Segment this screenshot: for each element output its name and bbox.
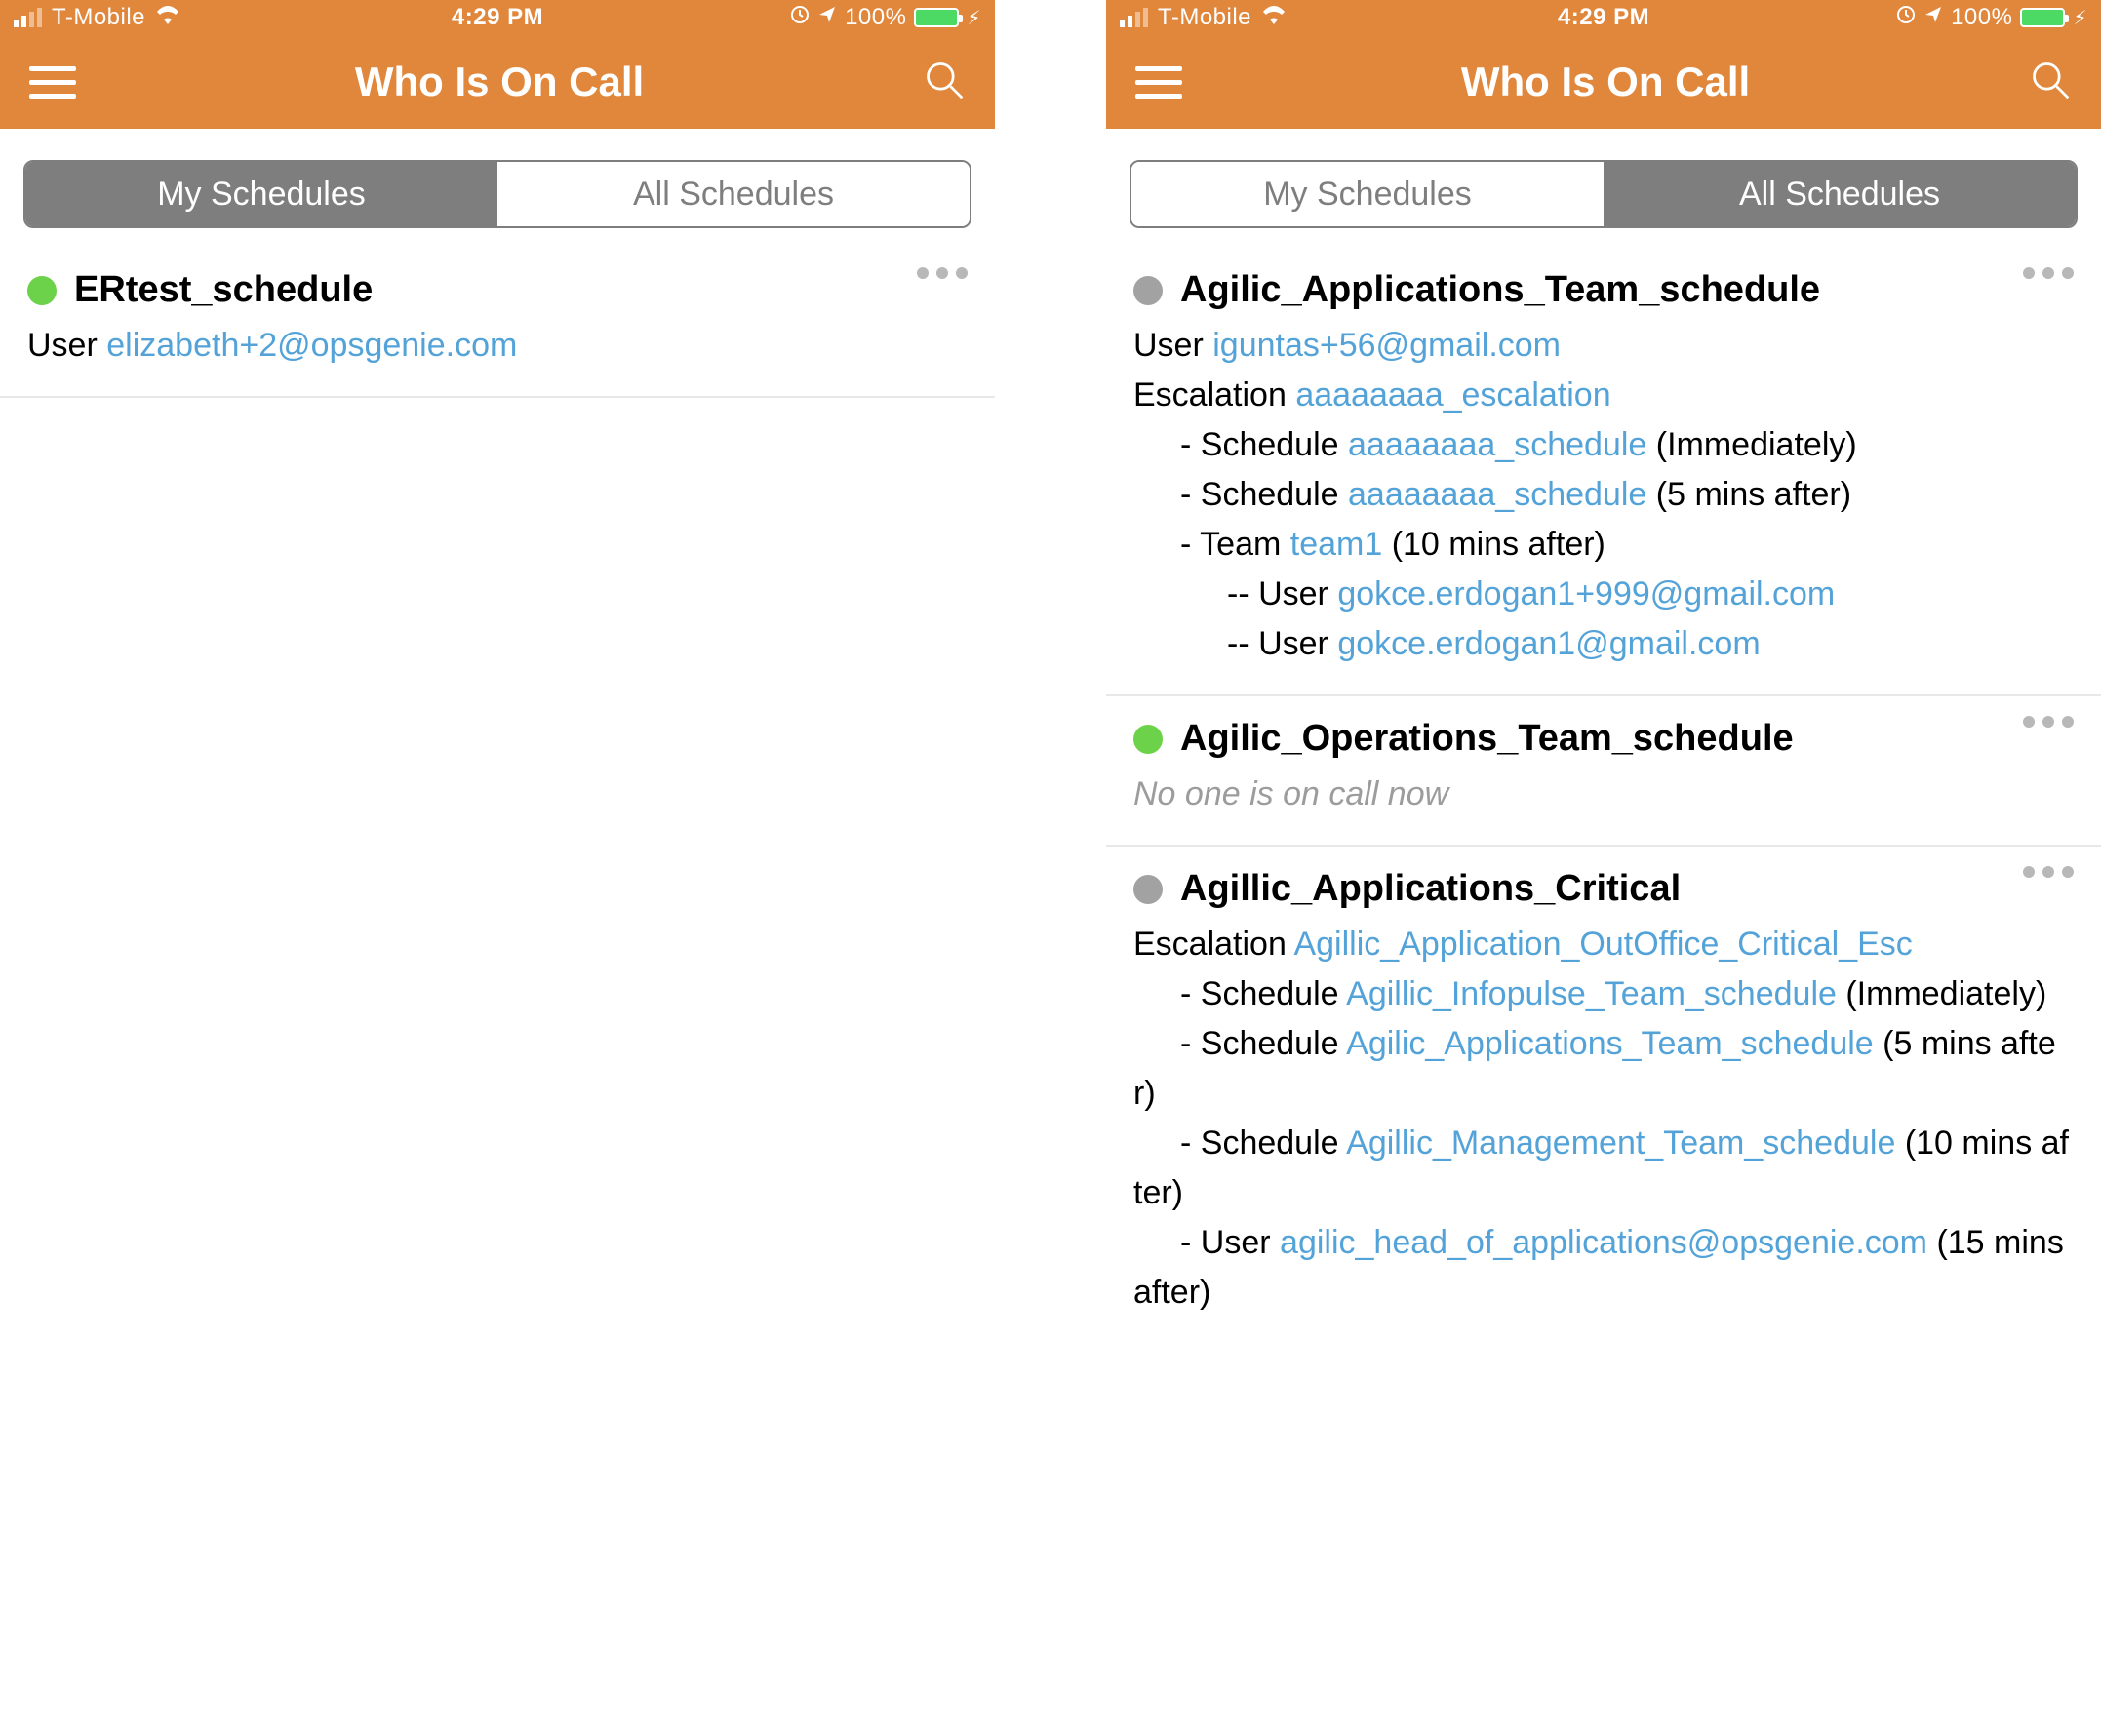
schedule-link[interactable]: Agillic_Management_Team_schedule (1346, 1124, 1895, 1162)
escalation-link[interactable]: Agillic_Application_OutOffice_Critical_E… (1293, 926, 1912, 963)
wifi-icon (1261, 4, 1287, 31)
schedule-label: Schedule (1201, 1124, 1339, 1162)
menu-button[interactable] (1135, 66, 1182, 99)
phone-left: T-Mobile 4:29 PM 100% ⚡︎ Who Is On Call (0, 0, 995, 1736)
search-button[interactable] (923, 59, 966, 106)
user-label: User (1133, 327, 1204, 364)
schedule-title: Agilic_Operations_Team_schedule (1180, 718, 1794, 760)
schedule-link[interactable]: aaaaaaaa_schedule (1348, 426, 1646, 463)
segmented-control: My Schedules All Schedules (1106, 129, 2101, 248)
schedule-label: Schedule (1201, 1025, 1339, 1062)
user-link[interactable]: gokce.erdogan1@gmail.com (1337, 625, 1760, 662)
signal-icon (1120, 8, 1148, 27)
page-title: Who Is On Call (1461, 59, 1750, 105)
signal-icon (14, 8, 42, 27)
more-button[interactable] (917, 267, 968, 279)
carrier-label: T-Mobile (52, 4, 145, 31)
status-dot-icon (1133, 725, 1163, 754)
schedule-link[interactable]: Agillic_Infopulse_Team_schedule (1346, 975, 1837, 1012)
more-button[interactable] (2023, 716, 2074, 728)
location-icon (817, 4, 837, 31)
empty-state-text: No one is on call now (1133, 775, 1448, 812)
orientation-lock-icon (790, 4, 810, 31)
location-icon (1923, 4, 1943, 31)
tab-all-schedules[interactable]: All Schedules (497, 162, 970, 226)
status-dot-icon (1133, 875, 1163, 904)
phone-right: T-Mobile 4:29 PM 100% ⚡︎ Who Is On Call (1106, 0, 2101, 1736)
charging-icon: ⚡︎ (2073, 6, 2087, 30)
schedule-title: Agillic_Applications_Critical (1180, 868, 1681, 910)
tab-my-schedules[interactable]: My Schedules (1131, 162, 1604, 226)
escalation-label: Escalation (1133, 376, 1287, 414)
schedule-item[interactable]: Agillic_Applications_Critical Escalation… (1106, 847, 2101, 1343)
segmented-control: My Schedules All Schedules (0, 129, 995, 248)
battery-pct: 100% (1951, 4, 2012, 31)
search-button[interactable] (2029, 59, 2072, 106)
schedule-label: Schedule (1201, 426, 1339, 463)
charging-icon: ⚡︎ (967, 6, 981, 30)
more-button[interactable] (2023, 267, 2074, 279)
schedule-label: Schedule (1201, 476, 1339, 513)
tab-all-schedules[interactable]: All Schedules (1604, 162, 2076, 226)
status-bar: T-Mobile 4:29 PM 100% ⚡︎ (1106, 0, 2101, 35)
battery-pct: 100% (845, 4, 906, 31)
schedule-title: ERtest_schedule (74, 269, 373, 311)
menu-button[interactable] (29, 66, 76, 99)
user-link[interactable]: gokce.erdogan1+999@gmail.com (1337, 575, 1835, 612)
more-button[interactable] (2023, 866, 2074, 878)
carrier-label: T-Mobile (1158, 4, 1251, 31)
user-link[interactable]: iguntas+56@gmail.com (1212, 327, 1561, 364)
schedule-item[interactable]: Agilic_Operations_Team_schedule No one i… (1106, 696, 2101, 847)
user-label: User (27, 327, 98, 364)
schedule-link[interactable]: aaaaaaaa_schedule (1348, 476, 1646, 513)
escalation-label: Escalation (1133, 926, 1287, 963)
status-dot-icon (1133, 276, 1163, 305)
schedule-link[interactable]: Agilic_Applications_Team_schedule (1346, 1025, 1874, 1062)
battery-icon (2020, 8, 2065, 27)
team-link[interactable]: team1 (1290, 526, 1383, 563)
nav-header: Who Is On Call (0, 35, 995, 129)
status-dot-icon (27, 276, 57, 305)
user-label: User (1258, 625, 1328, 662)
delay-text: (5 mins after) (1656, 476, 1851, 513)
user-link[interactable]: elizabeth+2@opsgenie.com (106, 327, 517, 364)
delay-text: (Immediately) (1656, 426, 1857, 463)
user-link[interactable]: agilic_head_of_applications@opsgenie.com (1280, 1224, 1927, 1261)
page-title: Who Is On Call (355, 59, 644, 105)
schedule-title: Agilic_Applications_Team_schedule (1180, 269, 1820, 311)
orientation-lock-icon (1896, 4, 1916, 31)
schedule-label: Schedule (1201, 975, 1339, 1012)
status-bar: T-Mobile 4:29 PM 100% ⚡︎ (0, 0, 995, 35)
delay-text: (Immediately) (1845, 975, 2046, 1012)
nav-header: Who Is On Call (1106, 35, 2101, 129)
escalation-link[interactable]: aaaaaaaa_escalation (1295, 376, 1610, 414)
team-label: Team (1200, 526, 1281, 563)
schedule-item[interactable]: ERtest_schedule User elizabeth+2@opsgeni… (0, 248, 995, 398)
tab-my-schedules[interactable]: My Schedules (25, 162, 497, 226)
user-label: User (1201, 1224, 1271, 1261)
clock-label: 4:29 PM (1443, 4, 1765, 31)
delay-text: (10 mins after) (1392, 526, 1605, 563)
clock-label: 4:29 PM (337, 4, 659, 31)
schedule-item[interactable]: Agilic_Applications_Team_schedule User i… (1106, 248, 2101, 696)
battery-icon (914, 8, 959, 27)
user-label: User (1258, 575, 1328, 612)
wifi-icon (155, 4, 180, 31)
